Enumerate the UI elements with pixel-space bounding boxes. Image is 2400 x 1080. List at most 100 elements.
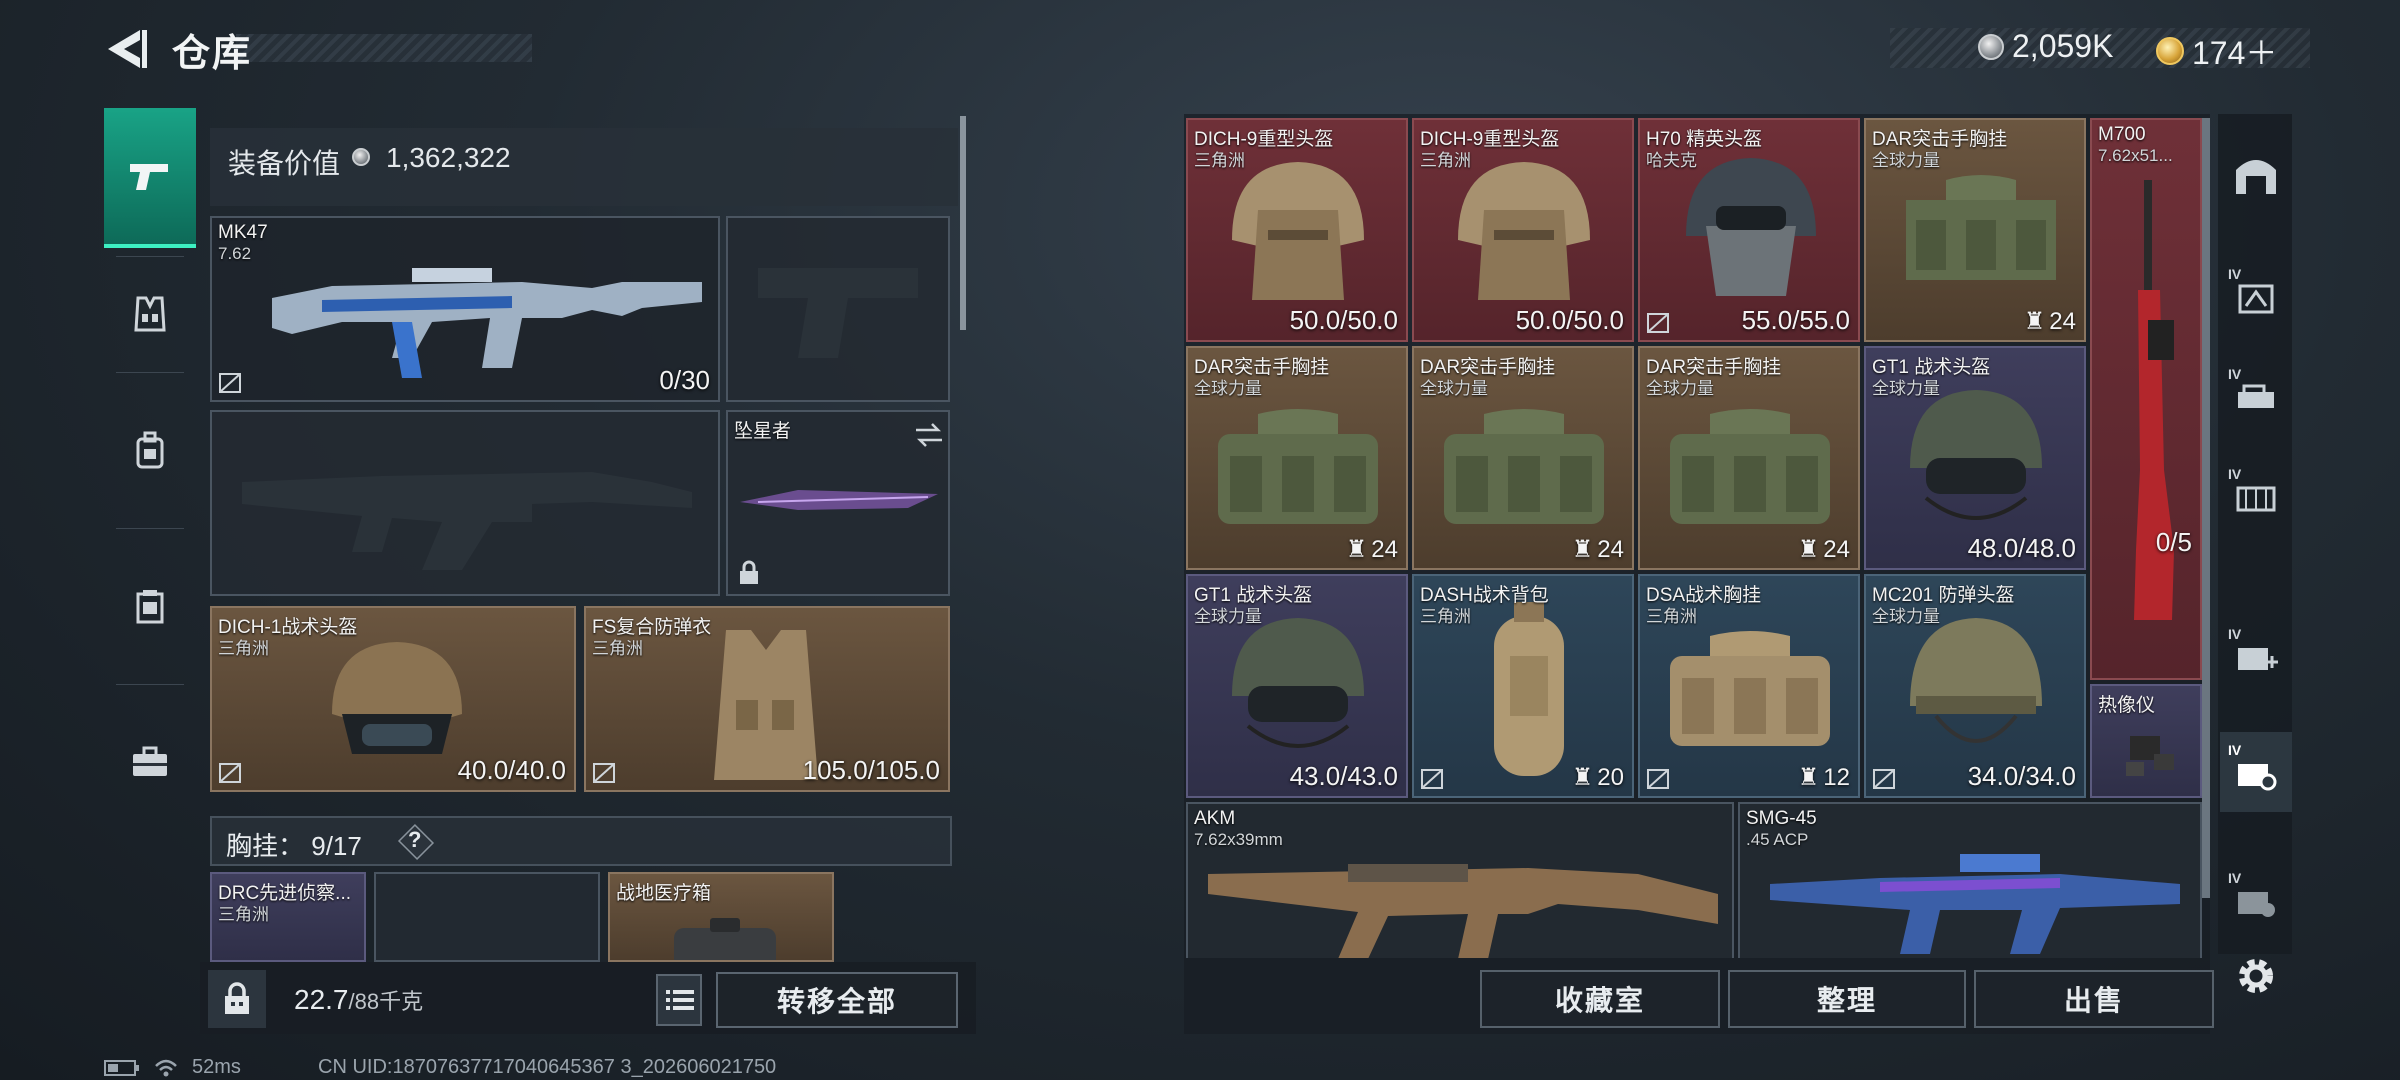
stash-item[interactable]: MC201 防弹头盔 全球力量 34.0/34.0 — [1864, 574, 2086, 798]
sort-button[interactable]: 整理 — [1728, 970, 1966, 1028]
item-brand: 全球力量 — [1194, 379, 1262, 398]
stash-item[interactable]: SMG-45 .45 ACP — [1738, 802, 2202, 958]
ping-value: 52ms — [192, 1056, 241, 1078]
rail-tier-item[interactable]: IV — [2220, 860, 2292, 940]
list-icon — [666, 990, 694, 1010]
chest-empty-slot[interactable] — [374, 872, 600, 962]
capacity-icon: ♜ — [1797, 536, 1820, 563]
rail-tier-item[interactable]: IV — [2220, 616, 2292, 696]
backpack-icon — [136, 431, 164, 469]
rail-pouch[interactable] — [104, 536, 196, 676]
stash-item[interactable]: DAR突击手胸挂 全球力量 ♜ 24 — [1638, 346, 1860, 570]
rail-tier-item[interactable]: IV — [2220, 356, 2292, 436]
chest-rig-label: 胸挂： 9/17 — [226, 826, 362, 863]
item-capacity: ♜ 24 — [1797, 535, 1850, 564]
swap-icon[interactable] — [914, 422, 944, 448]
item-durability: 43.0/43.0 — [1289, 761, 1398, 791]
medkit-image — [674, 918, 776, 960]
sniper-rifle-image — [2134, 180, 2174, 620]
capacity-icon: ♜ — [2023, 308, 2046, 335]
stash-item[interactable]: H70 精英头盔 哈夫克 55.0/55.0 — [1638, 118, 1860, 342]
rail-tier-item[interactable]: IV — [2220, 456, 2292, 536]
rail-tier-item-active[interactable]: IV — [2220, 732, 2292, 812]
equipment-value: 1,362,322 — [386, 142, 511, 173]
item-brand: 三角洲 — [1420, 607, 1471, 626]
sell-button[interactable]: 出售 — [1974, 970, 2214, 1028]
primary-weapon-slot[interactable]: MK47 7.62 0/30 — [210, 216, 720, 402]
stash-item[interactable]: GT1 战术头盔 全球力量 43.0/43.0 — [1186, 574, 1408, 798]
item-brand: 三角洲 — [1646, 607, 1697, 626]
stash-item[interactable]: DICH-9重型头盔 三角洲 50.0/50.0 — [1412, 118, 1634, 342]
stash-item[interactable]: DASH战术背包 三角洲 ♜ 20 — [1412, 574, 1634, 798]
stash-item[interactable]: DAR突击手胸挂 全球力量 ♜ 24 — [1186, 346, 1408, 570]
chest-rig-image — [1906, 175, 2056, 280]
chest-rig-image — [1670, 631, 1830, 746]
settings-button[interactable] — [2232, 952, 2280, 1000]
rifle-placeholder-icon — [242, 472, 692, 570]
knife-image — [740, 490, 938, 510]
armor-slot[interactable]: FS复合防弹衣 三角洲 105.0/105.0 — [584, 606, 950, 792]
rail-backpack[interactable] — [104, 380, 196, 520]
capacity-icon: ♜ — [1571, 536, 1594, 563]
stash-item[interactable]: M700 7.62x51... 0/5 — [2090, 118, 2202, 680]
stash-scrollbar[interactable] — [2202, 118, 2210, 898]
item-caliber: 7.62x51... — [2098, 146, 2173, 165]
user-uid: CN UID:18707637717040645367 3_2026060217… — [318, 1056, 777, 1078]
equipment-value-label: 装备价值 — [228, 148, 341, 179]
battery-icon — [104, 1059, 139, 1076]
list-view-button[interactable] — [656, 974, 702, 1026]
gold-balance[interactable]: 174＋ — [2156, 28, 2277, 74]
item-name: M700 — [2098, 124, 2146, 145]
stash-item[interactable]: AKM 7.62x39mm — [1186, 802, 1734, 958]
back-button[interactable] — [100, 26, 148, 72]
stash-item[interactable]: DSA战术胸挂 三角洲 ♜ 12 — [1638, 574, 1860, 798]
rail-all-items[interactable] — [2220, 136, 2292, 216]
coin-balance[interactable]: 2,059K — [1978, 28, 2113, 65]
chest-rig-capacity: 9/17 — [311, 831, 362, 861]
carry-weight: 22.7/88千克 — [294, 984, 423, 1016]
elite-helmet-image — [1686, 158, 1816, 296]
chest-item-slot[interactable]: DRC先进侦察... 三角洲 — [210, 872, 366, 962]
stash-item[interactable]: GT1 战术头盔 全球力量 48.0/48.0 — [1864, 346, 2086, 570]
thermal-scope-image — [2126, 736, 2174, 776]
stash-item[interactable]: DAR突击手胸挂 全球力量 ♜ 24 — [1864, 118, 2086, 342]
gold-amount: 174＋ — [2192, 35, 2278, 71]
rail-safebox[interactable] — [104, 692, 196, 832]
rail-tier-item[interactable]: IV — [2220, 256, 2292, 336]
gear-icon — [2239, 959, 2273, 993]
wifi-icon — [155, 1059, 177, 1076]
helmet-slot[interactable]: DICH-1战术头盔 三角洲 40.0/40.0 — [210, 606, 576, 792]
pouch-icon — [136, 590, 164, 624]
item-capacity: ♜ 20 — [1571, 763, 1624, 792]
transfer-all-button[interactable]: 转移全部 — [716, 972, 958, 1028]
collection-button[interactable]: 收藏室 — [1480, 970, 1720, 1028]
melee-name: 坠星者 — [734, 421, 792, 442]
coin-icon — [1978, 33, 2004, 60]
item-brand: 全球力量 — [1420, 379, 1488, 398]
lock-icon — [740, 560, 758, 584]
lock-button[interactable] — [208, 970, 266, 1028]
stash-item[interactable]: 热像仪 — [2090, 684, 2202, 798]
melee-slot[interactable]: 坠星者 — [726, 410, 950, 596]
primary-weapon-name: MK47 — [218, 222, 268, 243]
pistol-placeholder-icon — [758, 268, 918, 358]
item-brand: 三角洲 — [1194, 151, 1245, 170]
pistol-slot[interactable] — [726, 216, 950, 402]
chest-rig-image — [1444, 409, 1604, 524]
page-title: 仓库 — [172, 33, 253, 75]
heavy-helmet-image — [1458, 162, 1590, 300]
item-brand: 全球力量 — [1872, 151, 1940, 170]
chest-item-slot[interactable]: 战地医疗箱 — [608, 872, 834, 962]
gold-coin-icon — [2156, 37, 2184, 65]
status-bar: 52ms — [104, 1056, 241, 1079]
stash-item[interactable]: DICH-9重型头盔 三角洲 50.0/50.0 — [1186, 118, 1408, 342]
akm-rifle-image — [1208, 864, 1718, 958]
locked-storage-icon — [2238, 892, 2275, 917]
stash-item[interactable]: DAR突击手胸挂 全球力量 ♜ 24 — [1412, 346, 1634, 570]
item-name: SMG-45 — [1746, 808, 1817, 829]
secondary-weapon-slot[interactable] — [210, 410, 720, 596]
rail-weapons[interactable] — [104, 108, 196, 248]
rail-chest-rig[interactable] — [104, 264, 196, 364]
loadout-scrollbar[interactable] — [960, 116, 966, 330]
smg-image — [1770, 854, 2180, 954]
